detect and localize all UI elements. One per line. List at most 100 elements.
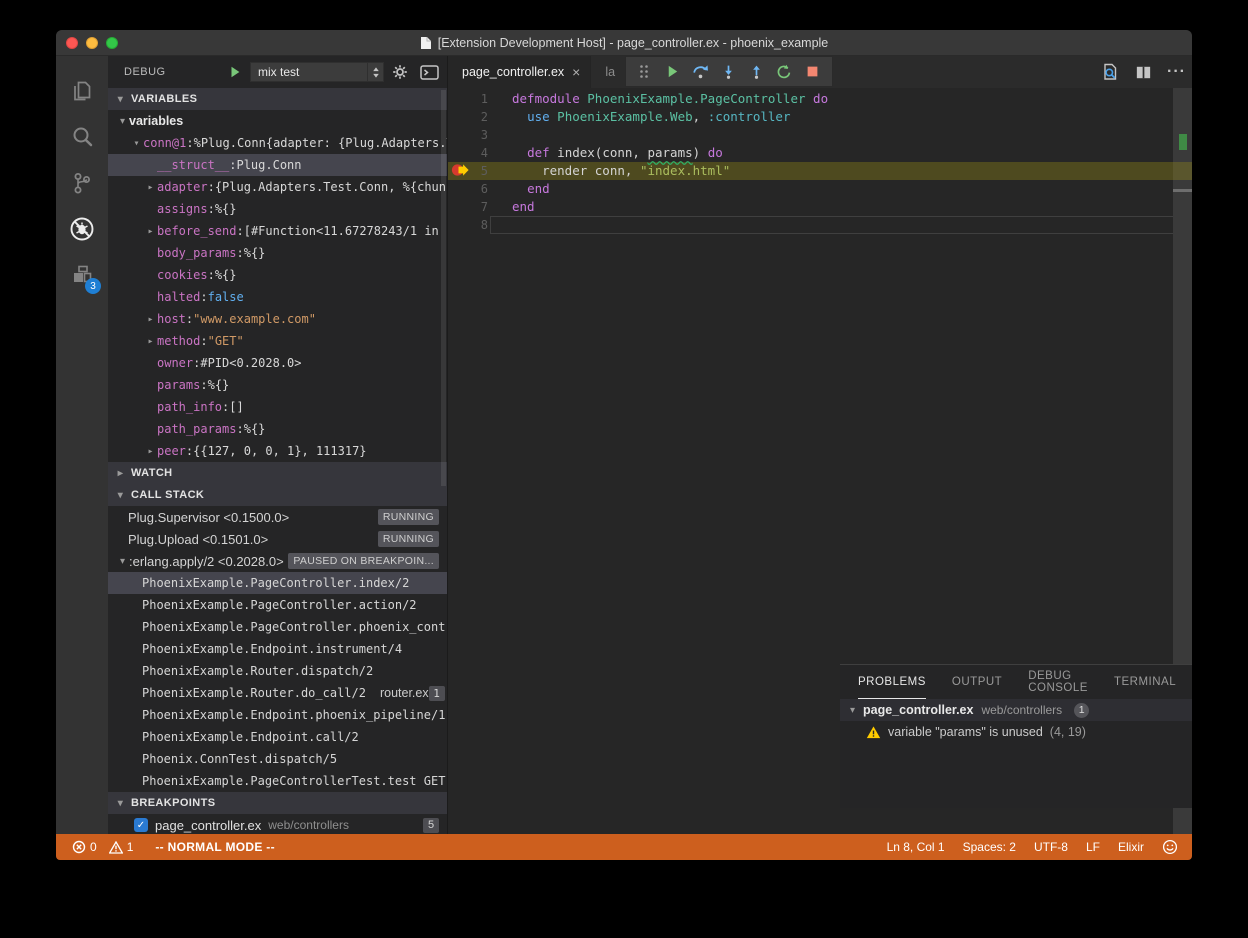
zoom-window-button[interactable]	[106, 37, 118, 49]
debug-settings-gear-icon[interactable]	[392, 64, 408, 80]
breakpoints-section-header[interactable]: ▾ BREAKPOINTS	[108, 792, 447, 814]
encoding[interactable]: UTF-8	[1034, 840, 1068, 854]
stop-button[interactable]	[800, 60, 824, 84]
frame-line-badge: 1	[429, 686, 445, 701]
restart-button[interactable]	[772, 60, 796, 84]
variable-row[interactable]: owner#PID<0.2028.0>	[108, 352, 447, 374]
stack-frame-row[interactable]: PhoenixExample.PageController.index/2	[108, 572, 447, 594]
vscode-window: [Extension Development Host] - page_cont…	[56, 30, 1192, 860]
sidebar-scrollbar[interactable]	[441, 90, 446, 486]
chevron-down-icon: ▾	[116, 116, 129, 127]
variable-row[interactable]: params%{}	[108, 374, 447, 396]
warning-icon	[109, 841, 123, 854]
variable-row[interactable]: haltedfalse	[108, 286, 447, 308]
call-stack-section-header[interactable]: ▾ CALL STACK	[108, 484, 447, 506]
frame-file-label: router.ex	[380, 686, 429, 700]
warning-count[interactable]: 1	[109, 840, 134, 854]
more-actions-icon[interactable]: ···	[1167, 63, 1186, 81]
status-bar: 0 1 -- NORMAL MODE -- Ln 8, Col 1 Spaces…	[56, 834, 1192, 860]
breakpoint-line-badge: 5	[423, 818, 439, 833]
debug-sidebar: DEBUG mix test ▾ VARIABLES ▾ varia	[108, 56, 448, 834]
error-count[interactable]: 0	[72, 840, 97, 854]
thread-row[interactable]: Plug.Supervisor <0.1500.0> RUNNING	[108, 506, 447, 528]
variable-row[interactable]: cookies%{}	[108, 264, 447, 286]
problem-warning-row[interactable]: variable "params" is unused (4, 19)	[840, 721, 1192, 743]
debug-sidebar-header: DEBUG mix test	[108, 56, 447, 88]
stack-frame-row[interactable]: PhoenixExample.PageControllerTest.test G…	[108, 770, 447, 792]
extensions-badge: 3	[85, 278, 101, 294]
chevron-down-icon: ▾	[130, 138, 143, 149]
tab-output[interactable]: OUTPUT	[952, 665, 1002, 699]
vim-mode-indicator: -- NORMAL MODE --	[155, 840, 275, 854]
toolbar-drag-handle[interactable]	[632, 60, 656, 84]
chevron-right-icon: ▸	[144, 336, 157, 347]
stack-frame-row[interactable]: PhoenixExample.Endpoint.call/2	[108, 726, 447, 748]
thread-row[interactable]: Plug.Upload <0.1501.0> RUNNING	[108, 528, 447, 550]
open-preview-icon[interactable]	[1100, 62, 1120, 82]
step-into-button[interactable]	[716, 60, 740, 84]
window-title: [Extension Development Host] - page_cont…	[438, 36, 829, 50]
stack-frame-row[interactable]: PhoenixExample.Router.do_call/2 router.e…	[108, 682, 447, 704]
variable-row[interactable]: ▸ method"GET"	[108, 330, 447, 352]
start-debug-button[interactable]	[228, 65, 242, 79]
language-mode[interactable]: Elixir	[1118, 840, 1144, 854]
breakpoint-checkbox[interactable]: ✓	[134, 818, 148, 832]
editor-actions: ···	[1100, 56, 1186, 88]
stack-frame-row[interactable]: Phoenix.ConnTest.dispatch/5	[108, 748, 447, 770]
chevron-right-icon: ▸	[114, 468, 127, 479]
explorer-icon[interactable]	[56, 68, 108, 114]
variable-row[interactable]: ▸ before_send[#Function<11.67278243/1 in…	[108, 220, 447, 242]
split-editor-icon[interactable]	[1134, 63, 1153, 82]
variable-row[interactable]: ▸ adapter{Plug.Adapters.Test.Conn, %{chu…	[108, 176, 447, 198]
variable-row[interactable]: ▾ conn@1%Plug.Conn{adapter: {Plug.Adapte…	[108, 132, 447, 154]
step-out-button[interactable]	[744, 60, 768, 84]
tab-terminal[interactable]: TERMINAL	[1114, 665, 1176, 699]
close-window-button[interactable]	[66, 37, 78, 49]
extensions-icon[interactable]: 3	[56, 252, 108, 298]
feedback-smiley-icon[interactable]	[1162, 839, 1178, 855]
search-icon[interactable]	[56, 114, 108, 160]
chevron-right-icon: ▸	[144, 226, 157, 237]
tab-page-controller[interactable]: page_controller.ex ×	[448, 56, 590, 88]
tab-partial[interactable]: la	[590, 56, 624, 88]
cursor-position[interactable]: Ln 8, Col 1	[887, 840, 945, 854]
stack-frame-row[interactable]: PhoenixExample.Endpoint.phoenix_pipeline…	[108, 704, 447, 726]
variable-row[interactable]: path_params%{}	[108, 418, 447, 440]
debug-icon[interactable]	[56, 206, 108, 252]
stopped-line-mark	[1173, 162, 1192, 180]
watch-section-header[interactable]: ▸ WATCH	[108, 462, 447, 484]
source-control-icon[interactable]	[56, 160, 108, 206]
variable-row[interactable]: ▸ host"www.example.com"	[108, 308, 447, 330]
variable-row[interactable]: body_params%{}	[108, 242, 447, 264]
debug-config-select[interactable]: mix test	[250, 62, 384, 82]
chevron-right-icon: ▸	[144, 314, 157, 325]
step-over-button[interactable]	[688, 60, 712, 84]
close-tab-icon[interactable]: ×	[572, 64, 580, 80]
variable-row[interactable]: assigns%{}	[108, 198, 447, 220]
chevron-down-icon: ▾	[114, 490, 127, 501]
variable-row[interactable]: path_info[]	[108, 396, 447, 418]
tab-debug-console[interactable]: DEBUG CONSOLE	[1028, 665, 1088, 699]
tab-problems[interactable]: PROBLEMS	[858, 665, 926, 699]
error-icon	[72, 840, 86, 854]
variables-section-header[interactable]: ▾ VARIABLES	[108, 88, 447, 110]
minimize-window-button[interactable]	[86, 37, 98, 49]
warning-icon	[866, 725, 881, 739]
problems-file-row[interactable]: ▾ page_controller.ex web/controllers 1	[840, 699, 1192, 721]
breakpoint-row[interactable]: ✓ page_controller.ex web/controllers 5	[108, 814, 447, 834]
variable-row[interactable]: ▸ peer{{127, 0, 0, 1}, 111317}	[108, 440, 447, 462]
variables-scope-row[interactable]: ▾ variables	[108, 110, 447, 132]
stack-frame-row[interactable]: PhoenixExample.PageController.action/2	[108, 594, 447, 616]
eol-sequence[interactable]: LF	[1086, 840, 1100, 854]
thread-status-badge: PAUSED ON BREAKPOIN...	[288, 553, 439, 569]
stack-frame-row[interactable]: PhoenixExample.Endpoint.instrument/4	[108, 638, 447, 660]
indentation[interactable]: Spaces: 2	[963, 840, 1016, 854]
thread-status-badge: RUNNING	[378, 509, 439, 525]
chevron-down-icon: ▾	[116, 556, 129, 567]
variable-row[interactable]: __struct__Plug.Conn	[108, 154, 447, 176]
thread-row[interactable]: ▾ :erlang.apply/2 <0.2028.0> PAUSED ON B…	[108, 550, 447, 572]
debug-console-toggle-icon[interactable]	[420, 65, 439, 80]
stack-frame-row[interactable]: PhoenixExample.Router.dispatch/2	[108, 660, 447, 682]
continue-button[interactable]	[660, 60, 684, 84]
stack-frame-row[interactable]: PhoenixExample.PageController.phoenix_co…	[108, 616, 447, 638]
